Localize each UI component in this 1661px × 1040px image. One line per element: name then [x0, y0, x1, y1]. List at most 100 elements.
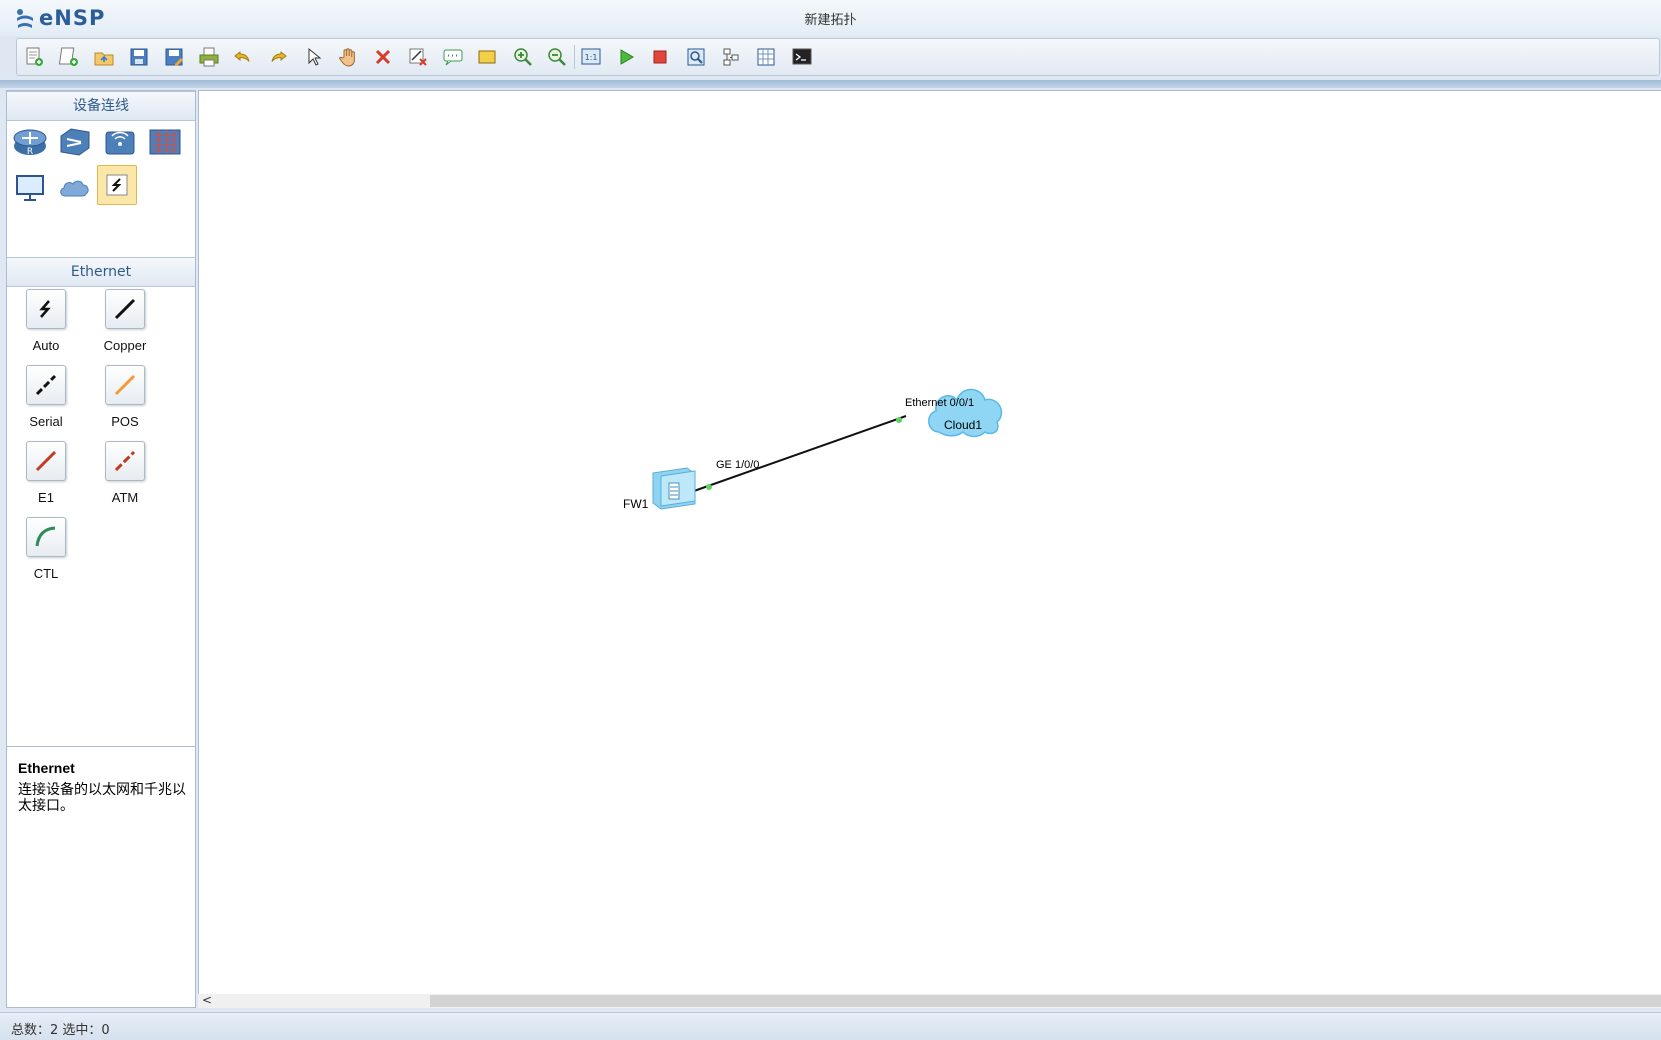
device-category-router[interactable]: R [10, 122, 50, 162]
device-category-firewall[interactable] [145, 122, 185, 162]
save-icon [130, 48, 148, 66]
pc-terminal-icon [16, 175, 44, 201]
toolbar-divider-band [0, 80, 1661, 88]
delete-links-button[interactable] [405, 44, 431, 70]
cloud-icon [60, 180, 89, 197]
fw1-port-status-dot [706, 484, 712, 490]
cable-e1[interactable]: E1 [8, 441, 84, 505]
select-pointer-icon [308, 47, 322, 66]
new-example-icon [58, 47, 78, 66]
e1-cable-icon [35, 450, 57, 472]
fit-window-button[interactable]: 1:1 [578, 44, 604, 70]
fw1-device-icon[interactable] [652, 467, 696, 510]
topology-canvas[interactable]: FW1 Cloud1 GE 1/0/0 Ethernet 0/0/1 [198, 90, 1661, 995]
svg-text:1:1: 1:1 [585, 53, 598, 62]
palette-icon [757, 48, 775, 66]
redo-icon [271, 50, 287, 62]
device-category-terminal[interactable] [10, 167, 50, 207]
status-count-text: 总数：2 选中：0 [11, 1023, 110, 1038]
start-device-button[interactable] [613, 44, 639, 70]
topology-drawing [652, 388, 1003, 510]
zoom-in-button[interactable] [510, 44, 536, 70]
cable-pos[interactable]: POS [87, 365, 163, 429]
description-title: Ethernet [18, 760, 75, 776]
auto-cable-icon [39, 300, 51, 318]
scroll-left-arrow[interactable]: < [202, 993, 212, 1007]
pan-button[interactable] [335, 44, 361, 70]
node-label-cloud1[interactable]: Cloud1 [944, 418, 982, 432]
zoom-out-icon [548, 48, 566, 66]
delete-all-links-icon [409, 48, 427, 66]
title-bar: eNSP 新建拓扑 [0, 0, 1661, 36]
device-category-other[interactable] [55, 167, 95, 207]
add-text-button[interactable] [440, 44, 466, 70]
new-topology-icon [26, 47, 43, 66]
cable-label: ATM [111, 490, 139, 505]
cable-label: Auto [32, 338, 60, 353]
svg-text:R: R [27, 147, 33, 157]
save-as-button[interactable] [161, 44, 187, 70]
stop-device-icon [653, 50, 667, 64]
device-category-switch[interactable] [55, 122, 95, 162]
connection-icon [106, 174, 128, 196]
command-line-button[interactable] [789, 44, 815, 70]
undo-button[interactable] [230, 44, 256, 70]
delete-button[interactable] [370, 44, 396, 70]
wireless-icon [105, 131, 135, 155]
ctl-cable-icon [35, 526, 56, 547]
description-text: 连接设备的以太网和千兆以太接口。 [18, 782, 186, 814]
palette-button[interactable] [753, 44, 779, 70]
firewall-icon [149, 129, 181, 155]
zoom-in-icon [514, 48, 532, 66]
new-topology-button[interactable] [21, 44, 47, 70]
router-icon: R [13, 129, 47, 157]
window-title: 新建拓扑 [804, 13, 857, 28]
cable-label: E1 [38, 490, 54, 505]
capture-data-icon [687, 48, 705, 66]
port-label-ethernet: Ethernet 0/0/1 [905, 397, 975, 409]
capture-data-button[interactable] [683, 44, 709, 70]
node-label-fw1[interactable]: FW1 [623, 497, 648, 511]
cable-auto[interactable]: Auto [8, 289, 84, 353]
cable-label: CTL [33, 566, 59, 581]
cable-label: POS [111, 414, 139, 429]
cable-atm[interactable]: ATM [87, 441, 163, 505]
start-device-icon [620, 49, 634, 65]
add-shape-icon [478, 50, 496, 64]
toolbar-separator [574, 45, 575, 69]
status-bar: 总数：2 选中：0 [0, 1012, 1661, 1040]
cable-serial[interactable]: Serial [8, 365, 84, 429]
cloud1-port-status-dot [896, 417, 902, 423]
delete-icon [375, 49, 391, 65]
show-interfaces-button[interactable] [718, 44, 744, 70]
copper-cable-icon [114, 298, 136, 320]
show-interfaces-icon [723, 48, 739, 66]
redo-button[interactable] [265, 44, 291, 70]
print-button[interactable] [196, 44, 222, 70]
device-category-wlan[interactable] [100, 122, 140, 162]
scrollbar-thumb[interactable] [430, 995, 1661, 1007]
select-button[interactable] [301, 44, 327, 70]
save-button[interactable] [126, 44, 152, 70]
cable-ctl[interactable]: CTL [8, 517, 84, 581]
device-category-connection[interactable] [97, 165, 137, 205]
device-panel-header: 设备连线 [7, 91, 195, 121]
serial-cable-icon [35, 374, 57, 396]
command-line-icon [792, 48, 812, 65]
cable-panel-header: Ethernet [7, 257, 195, 287]
port-label-ge: GE 1/0/0 [716, 459, 760, 471]
cable-copper[interactable]: Copper [87, 289, 163, 353]
new-example-button[interactable] [56, 44, 82, 70]
cable-label: Serial [29, 414, 63, 429]
stop-device-button[interactable] [647, 44, 673, 70]
link-line[interactable] [693, 415, 907, 492]
description-panel: Ethernet 连接设备的以太网和千兆以太接口。 [6, 746, 196, 1008]
cable-label: Copper [103, 338, 147, 353]
add-shape-button[interactable] [474, 44, 500, 70]
pan-hand-icon [338, 48, 355, 67]
open-button[interactable] [91, 44, 117, 70]
open-icon [94, 52, 114, 66]
zoom-out-button[interactable] [544, 44, 570, 70]
horizontal-scrollbar[interactable]: < [198, 993, 1661, 1008]
main-toolbar: 1:1 [16, 38, 1660, 76]
